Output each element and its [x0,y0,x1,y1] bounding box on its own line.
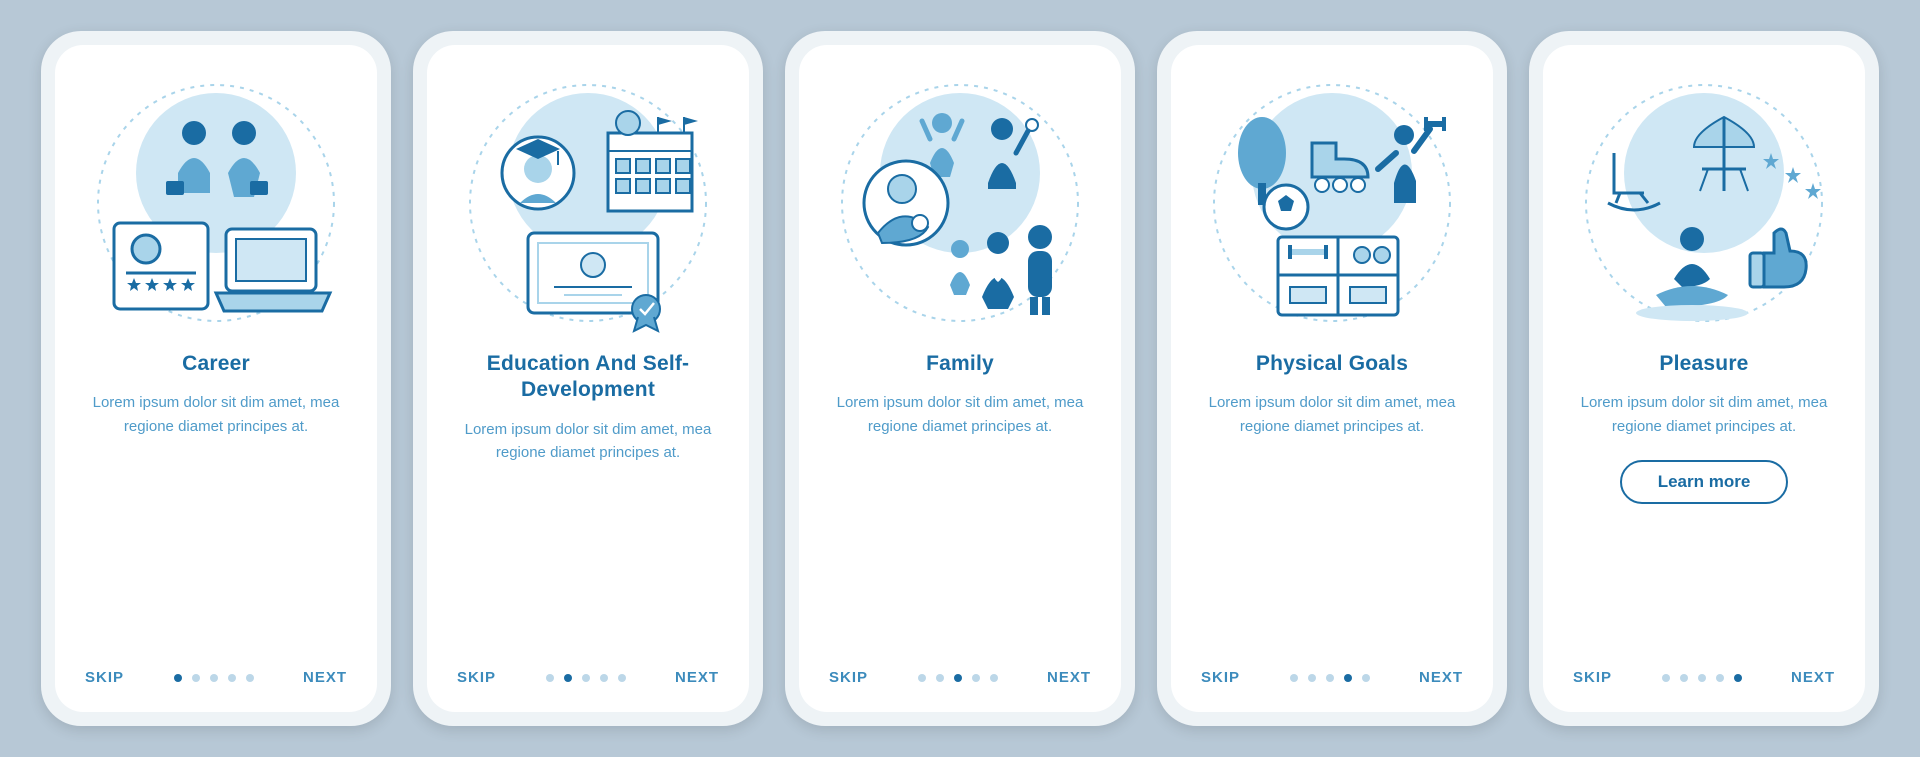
page-dots [918,674,998,682]
dot-4[interactable] [228,674,236,682]
skip-button[interactable]: SKIP [1573,669,1612,686]
dot-2[interactable] [936,674,944,682]
family-icon [830,73,1090,333]
title-physical: Physical Goals [1256,351,1408,377]
title-career: Career [182,351,250,377]
next-button[interactable]: NEXT [1047,669,1091,686]
dot-2[interactable] [564,674,572,682]
education-icon [458,73,718,333]
footer-career: SKIP NEXT [85,669,347,686]
physical-icon [1202,73,1462,333]
career-icon [86,73,346,333]
screen-pleasure: Pleasure Lorem ipsum dolor sit dim amet,… [1543,45,1865,712]
page-dots [174,674,254,682]
dot-4[interactable] [972,674,980,682]
dot-2[interactable] [1308,674,1316,682]
phone-education: Education And Self-Development Lorem ips… [413,31,763,726]
dot-2[interactable] [1680,674,1688,682]
footer-education: SKIP NEXT [457,669,719,686]
dot-3[interactable] [954,674,962,682]
dot-5[interactable] [990,674,998,682]
next-button[interactable]: NEXT [303,669,347,686]
page-dots [546,674,626,682]
dot-1[interactable] [918,674,926,682]
dot-1[interactable] [1290,674,1298,682]
footer-pleasure: SKIP NEXT [1573,669,1835,686]
dot-4[interactable] [1716,674,1724,682]
phone-physical: Physical Goals Lorem ipsum dolor sit dim… [1157,31,1507,726]
dot-1[interactable] [546,674,554,682]
learn-more-button[interactable]: Learn more [1620,460,1789,504]
phone-family: Family Lorem ipsum dolor sit dim amet, m… [785,31,1135,726]
dot-5[interactable] [246,674,254,682]
desc-career: Lorem ipsum dolor sit dim amet, mea regi… [86,391,346,438]
screen-family: Family Lorem ipsum dolor sit dim amet, m… [799,45,1121,712]
dot-3[interactable] [1698,674,1706,682]
desc-pleasure: Lorem ipsum dolor sit dim amet, mea regi… [1574,391,1834,438]
dot-4[interactable] [600,674,608,682]
dot-5[interactable] [1734,674,1742,682]
title-family: Family [926,351,994,377]
pleasure-icon [1574,73,1834,333]
next-button[interactable]: NEXT [675,669,719,686]
next-button[interactable]: NEXT [1791,669,1835,686]
skip-button[interactable]: SKIP [457,669,496,686]
dot-5[interactable] [1362,674,1370,682]
footer-physical: SKIP NEXT [1201,669,1463,686]
dot-2[interactable] [192,674,200,682]
phone-pleasure: Pleasure Lorem ipsum dolor sit dim amet,… [1529,31,1879,726]
dot-3[interactable] [210,674,218,682]
desc-family: Lorem ipsum dolor sit dim amet, mea regi… [830,391,1090,438]
dot-3[interactable] [1326,674,1334,682]
footer-family: SKIP NEXT [829,669,1091,686]
phone-career: Career Lorem ipsum dolor sit dim amet, m… [41,31,391,726]
dot-1[interactable] [174,674,182,682]
desc-education: Lorem ipsum dolor sit dim amet, mea regi… [458,418,718,465]
skip-button[interactable]: SKIP [85,669,124,686]
title-education: Education And Self-Development [457,351,719,404]
desc-physical: Lorem ipsum dolor sit dim amet, mea regi… [1202,391,1462,438]
dot-3[interactable] [582,674,590,682]
title-pleasure: Pleasure [1659,351,1748,377]
next-button[interactable]: NEXT [1419,669,1463,686]
screen-physical: Physical Goals Lorem ipsum dolor sit dim… [1171,45,1493,712]
screen-career: Career Lorem ipsum dolor sit dim amet, m… [55,45,377,712]
dot-5[interactable] [618,674,626,682]
page-dots [1662,674,1742,682]
screen-education: Education And Self-Development Lorem ips… [427,45,749,712]
skip-button[interactable]: SKIP [829,669,868,686]
skip-button[interactable]: SKIP [1201,669,1240,686]
dot-1[interactable] [1662,674,1670,682]
page-dots [1290,674,1370,682]
dot-4[interactable] [1344,674,1352,682]
